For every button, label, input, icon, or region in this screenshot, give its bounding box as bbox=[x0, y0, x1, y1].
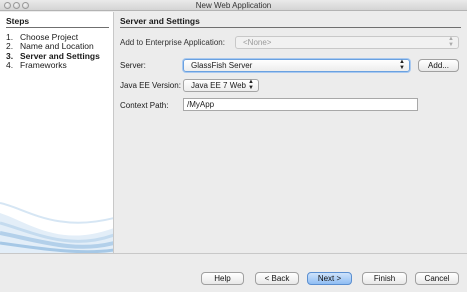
enterprise-app-value: <None> bbox=[243, 38, 272, 47]
cancel-button[interactable]: Cancel bbox=[415, 272, 459, 285]
panel-title: Server and Settings bbox=[120, 16, 200, 26]
wizard-window: New Web Application Steps 1. Choose Proje… bbox=[0, 0, 467, 292]
steps-heading: Steps bbox=[6, 16, 30, 26]
title-bar: New Web Application bbox=[0, 0, 467, 11]
finish-button[interactable]: Finish bbox=[362, 272, 407, 285]
updown-arrows-icon: ▲ ▼ bbox=[399, 59, 405, 71]
javaee-version-select[interactable]: Java EE 7 Web ▲ ▼ bbox=[183, 79, 259, 92]
javaee-version-label: Java EE Version: bbox=[120, 81, 181, 90]
back-button[interactable]: < Back bbox=[255, 272, 299, 285]
updown-arrows-icon: ▲ ▼ bbox=[248, 79, 254, 91]
server-label: Server: bbox=[120, 61, 146, 70]
panel-divider bbox=[120, 27, 461, 28]
updown-arrows-icon: ▲ ▼ bbox=[448, 36, 454, 48]
steps-divider bbox=[6, 27, 109, 28]
help-button[interactable]: Help bbox=[201, 272, 244, 285]
window-title: New Web Application bbox=[195, 1, 272, 10]
next-button[interactable]: Next > bbox=[307, 272, 352, 285]
steps-list: 1. Choose Project 2. Name and Location 3. S… bbox=[6, 32, 100, 70]
javaee-version-value: Java EE 7 Web bbox=[191, 81, 246, 90]
server-value: GlassFish Server bbox=[191, 61, 253, 70]
server-select[interactable]: GlassFish Server ▲ ▼ bbox=[183, 59, 410, 72]
footer-divider bbox=[0, 253, 467, 254]
decorative-wave-graphic bbox=[0, 202, 113, 253]
settings-panel: Server and Settings Add to Enterprise Ap… bbox=[115, 12, 467, 253]
enterprise-app-select[interactable]: <None> ▲ ▼ bbox=[235, 36, 459, 49]
add-server-button[interactable]: Add... bbox=[418, 59, 459, 72]
step-item-frameworks: 4. Frameworks bbox=[6, 59, 67, 70]
enterprise-app-label: Add to Enterprise Application: bbox=[120, 38, 225, 47]
steps-panel: Steps 1. Choose Project 2. Name and Locati… bbox=[0, 12, 114, 253]
context-path-label: Context Path: bbox=[120, 101, 169, 110]
context-path-input[interactable]: /MyApp bbox=[183, 98, 418, 111]
